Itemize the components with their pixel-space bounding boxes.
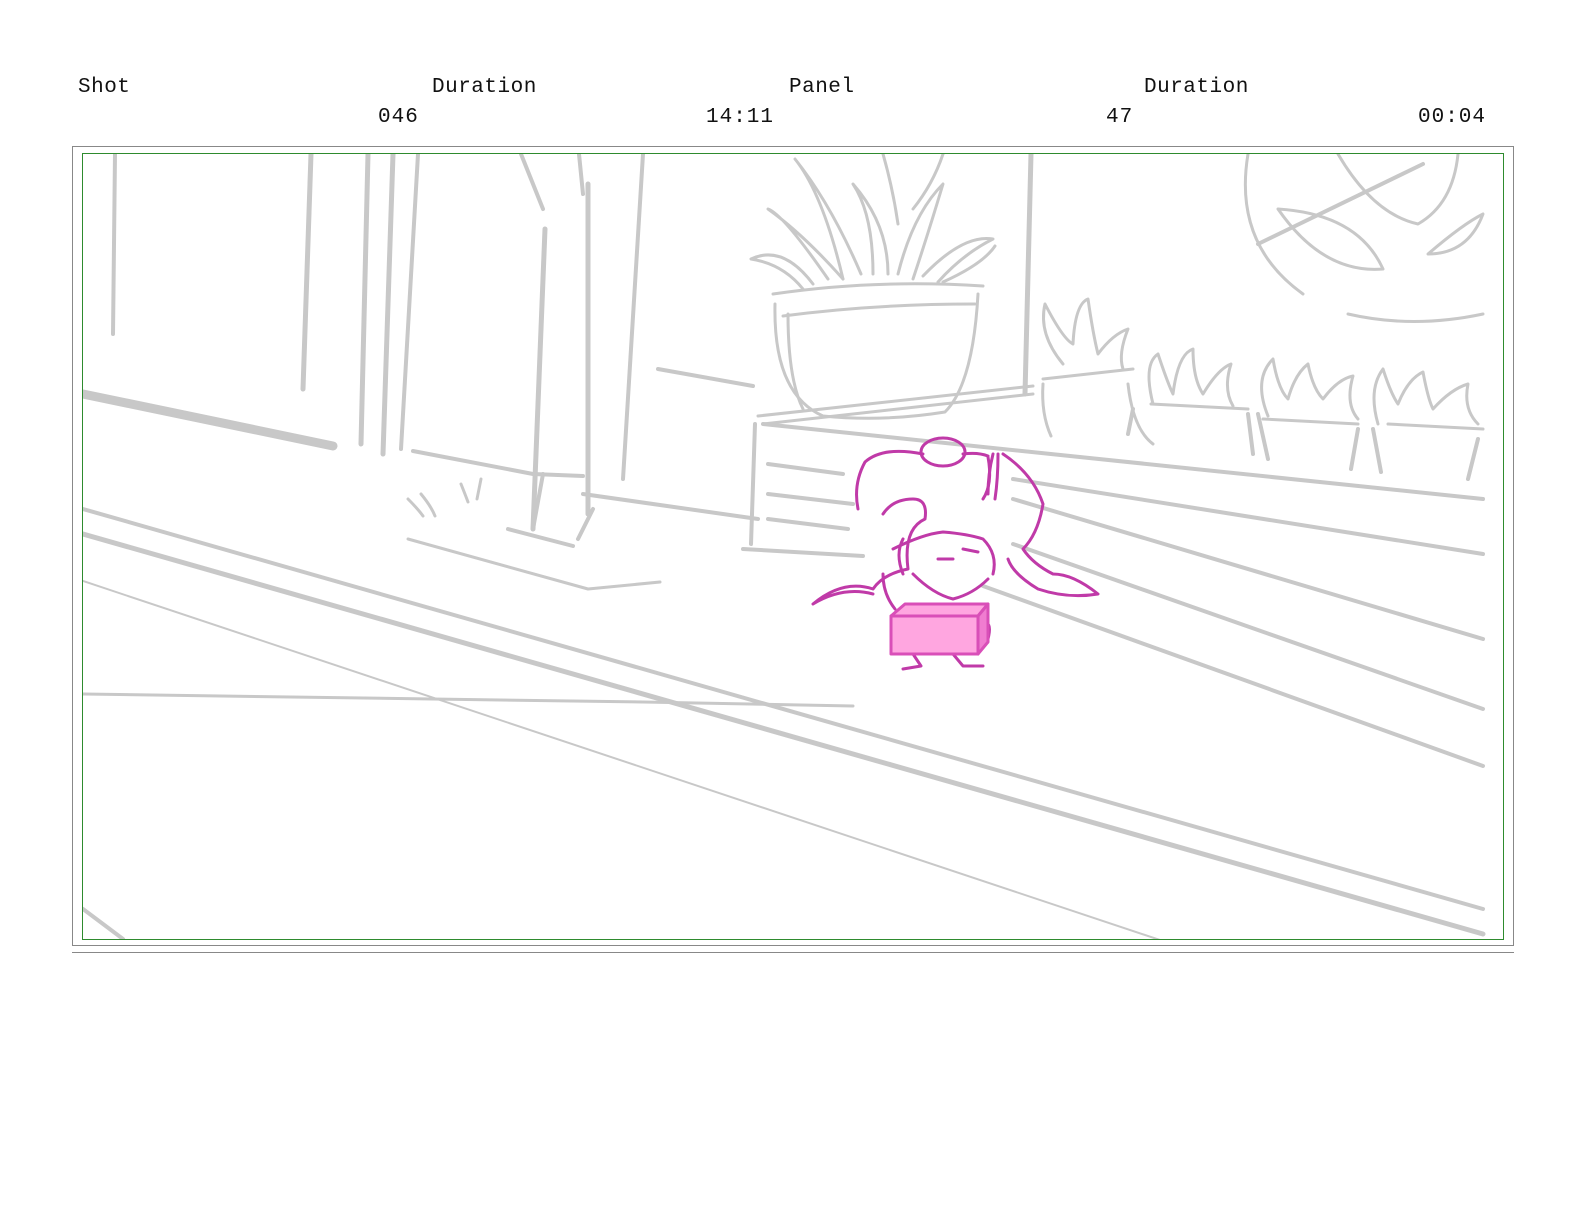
shot-label: Shot xyxy=(78,76,131,99)
shot-duration: 14:11 xyxy=(706,106,775,129)
pink-box xyxy=(889,602,990,656)
panel-number: 47 xyxy=(1106,106,1134,129)
shot-number: 046 xyxy=(378,106,419,129)
panel-label: Panel xyxy=(789,76,855,99)
background-sketch xyxy=(83,154,1486,939)
storyboard-sketch xyxy=(83,154,1486,939)
duration-label: Duration xyxy=(432,76,537,99)
panel-divider xyxy=(72,952,1514,953)
panel-image xyxy=(82,153,1504,940)
panel-duration-label: Duration xyxy=(1144,76,1249,99)
panel-duration: 00:04 xyxy=(1418,106,1487,129)
